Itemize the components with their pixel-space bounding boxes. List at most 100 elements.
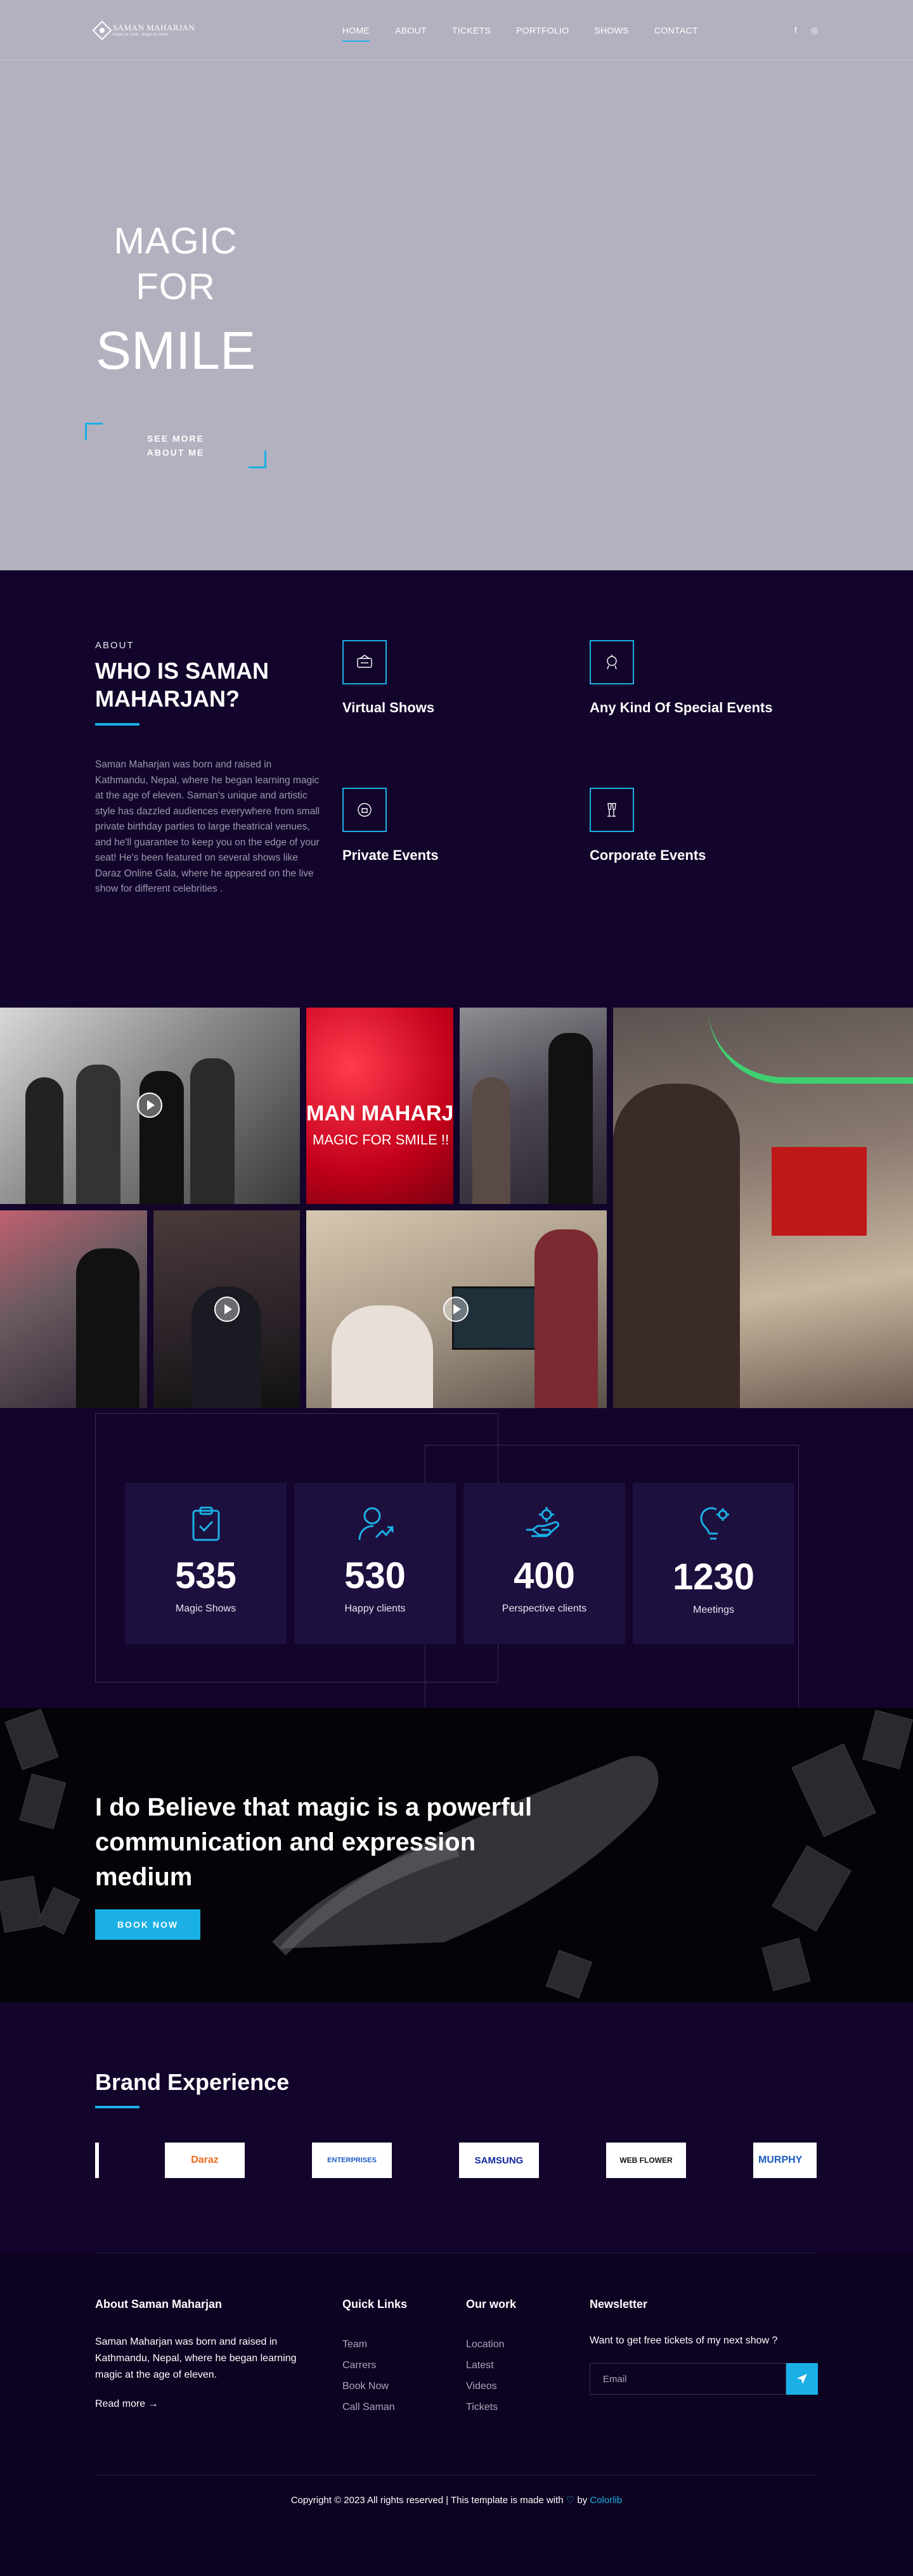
gallery-red-banner[interactable]: MAN MAHARJ MAGIC FOR SMILE !! [306,1008,453,1204]
quick-link-team[interactable]: Team [342,2334,466,2355]
title-underline [95,723,139,726]
quote-section: I do Believe that magic is a powerful co… [0,1708,913,2002]
special-event-icon [590,640,634,684]
footer-newsletter: Newsletter Want to get free tickets of m… [590,2298,818,2418]
instagram-icon[interactable]: ◎ [811,25,818,35]
logo-tagline: Magic for smile · Magic for Smile [113,33,169,37]
gallery-photo-cards[interactable] [0,1210,147,1408]
footer-our-work: Our work Location Latest Videos Tickets [466,2298,590,2418]
email-input[interactable] [590,2363,786,2395]
service-item[interactable]: Any Kind Of Special Events [590,640,818,750]
hero-headline: MAGIC FOR SMILE [95,219,256,388]
brands-title: Brand Experience [95,2069,290,2095]
hand-gear-icon [526,1507,559,1537]
banner-title: MAN MAHARJ [306,1101,453,1125]
service-title: Virtual Shows [342,700,435,715]
colorlib-link[interactable]: Colorlib [590,2495,622,2506]
stat-value: 530 [344,1555,406,1596]
footer-about-title: About Saman Maharjan [95,2298,223,2310]
about-eyebrow: ABOUT [95,640,134,651]
hero-line-smile: SMILE [95,321,256,380]
quick-links-title: Quick Links [342,2298,408,2310]
copyright-text: Copyright © 2023 All rights reserved | T… [290,2495,564,2506]
brand-logo-daraz[interactable]: Daraz [165,2143,245,2178]
brand-logo-webflower[interactable]: WEB FLOWER [606,2143,686,2178]
stat-card: 535 Magic Shows [125,1483,287,1644]
stat-value: 535 [175,1555,236,1596]
brands-section: Brand Experience Daraz ENTERPRISES SAMSU… [0,2002,913,2253]
hero-line-for: FOR [136,266,216,307]
play-icon[interactable] [443,1297,469,1322]
logo-icon [92,20,112,41]
stat-card: 1230 Meetings [633,1483,794,1644]
book-now-button[interactable]: BOOK NOW [95,1909,200,1940]
stat-label: Happy clients [344,1603,406,1614]
about-me-label: ABOUT ME [146,447,205,458]
idea-bulb-icon [699,1507,729,1540]
footer-about-text: Saman Maharjan was born and raised in Ka… [95,2336,297,2380]
work-link-videos[interactable]: Videos [466,2376,590,2397]
private-event-icon [342,787,387,832]
nav-shows[interactable]: SHOWS [582,25,642,35]
gallery-photo-group[interactable] [0,1008,300,1204]
gallery-photo-mall[interactable] [613,1008,913,1408]
work-link-tickets[interactable]: Tickets [466,2397,590,2418]
read-more-link[interactable]: Read more → [95,2399,342,2410]
brand-carousel: Daraz ENTERPRISES SAMSUNG WEB FLOWER MUR… [95,2143,818,2178]
our-work-title: Our work [466,2298,517,2310]
footer-about: About Saman Maharjan Saman Maharjan was … [95,2298,342,2418]
work-link-latest[interactable]: Latest [466,2355,590,2376]
newsletter-form [590,2363,818,2395]
stat-label: Meetings [693,1605,734,1615]
corporate-event-icon [590,787,634,832]
title-underline [95,2106,139,2108]
nav-portfolio[interactable]: PORTFOLIO [503,25,581,35]
gallery-photo-studio[interactable] [306,1210,607,1408]
social-links: f ◎ [794,25,818,35]
stat-card: 530 Happy clients [294,1483,456,1644]
main-nav: HOME ABOUT TICKETS PORTFOLIO SHOWS CONTA… [330,25,794,42]
hero-line-magic: MAGIC [113,221,238,262]
see-more-button[interactable]: SEE MORE ABOUT ME [85,423,266,468]
nav-tickets[interactable]: TICKETS [439,25,503,35]
work-link-location[interactable]: Location [466,2334,590,2355]
brand-logo-enterprises[interactable]: ENTERPRISES [312,2143,392,2178]
gallery-photo-bus[interactable] [153,1210,300,1408]
site-footer: About Saman Maharjan Saman Maharjan was … [0,2253,913,2576]
about-section: ABOUT WHO IS SAMAN MAHARJAN? Saman Mahar… [0,570,913,1008]
newsletter-text: Want to get free tickets of my next show… [590,2335,778,2346]
stat-label: Perspective clients [502,1603,587,1614]
nav-about[interactable]: ABOUT [382,25,439,35]
service-item[interactable]: Virtual Shows [342,640,590,750]
portfolio-gallery: MAN MAHARJ MAGIC FOR SMILE !! [0,1008,913,1413]
service-title: Private Events [342,847,439,863]
facebook-icon[interactable]: f [794,25,797,35]
play-icon[interactable] [214,1297,240,1322]
service-item[interactable]: Corporate Events [590,787,818,897]
brand-logo-samsung[interactable]: SAMSUNG [459,2143,539,2178]
quick-link-book-now[interactable]: Book Now [342,2376,466,2397]
quick-link-call[interactable]: Call Saman [342,2397,466,2418]
paper-plane-icon [797,2374,807,2384]
play-icon[interactable] [137,1093,162,1118]
site-logo[interactable]: SAMAN MAHARJAN Magic for smile · Magic f… [92,20,330,41]
quick-link-careers[interactable]: Carrers [342,2355,466,2376]
quote-text: I do Believe that magic is a powerful co… [95,1793,533,1891]
stat-value: 400 [514,1555,575,1596]
nav-home[interactable]: HOME [330,25,382,42]
banner-subtitle: MAGIC FOR SMILE !! [313,1132,450,1148]
heart-icon: ♡ [566,2495,575,2506]
gallery-photo-street[interactable] [460,1008,607,1204]
footer-quick-links: Quick Links Team Carrers Book Now Call S… [342,2298,466,2418]
service-title: Corporate Events [590,847,706,863]
brand-logo-murphy[interactable]: MURPHY [753,2143,817,2178]
copyright-by: by [577,2495,588,2506]
send-button[interactable] [786,2363,818,2395]
nav-contact[interactable]: CONTACT [642,25,711,35]
stat-card: 400 Perspective clients [463,1483,625,1644]
copyright-bar: Copyright © 2023 All rights reserved | T… [95,2475,818,2506]
logo-name: SAMAN MAHARJAN [113,23,195,32]
stats-section: 535 Magic Shows 530 Happy clients 400 Pe… [0,1413,913,1708]
service-item[interactable]: Private Events [342,787,590,897]
services-grid: Virtual Shows Any Kind Of Special Events… [342,640,818,897]
